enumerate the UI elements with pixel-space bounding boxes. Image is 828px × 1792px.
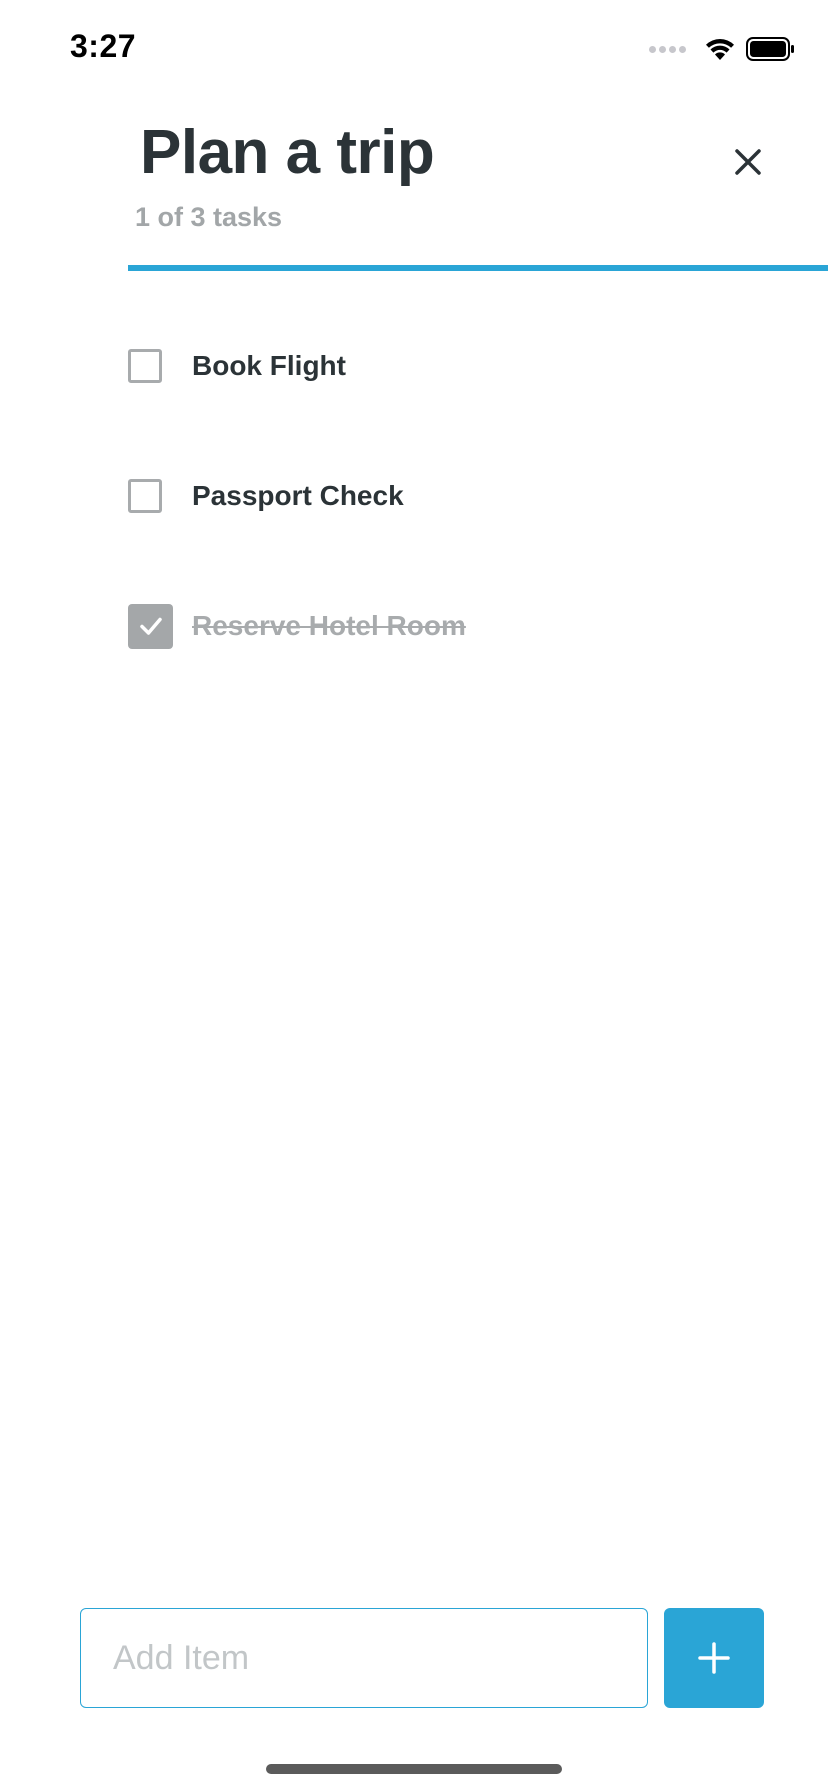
task-item[interactable]: Reserve Hotel Room — [128, 590, 768, 662]
task-label: Book Flight — [192, 350, 346, 381]
status-time: 3:27 — [70, 28, 137, 64]
task-checkbox[interactable] — [128, 349, 162, 383]
wifi-icon — [706, 38, 734, 60]
add-item-bar — [80, 1608, 764, 1708]
progress-bar — [128, 265, 828, 271]
task-count: 1 of 3 tasks — [135, 202, 283, 232]
task-checkbox[interactable] — [128, 603, 173, 649]
page-title: Plan a trip — [140, 118, 435, 187]
check-icon — [139, 617, 162, 635]
task-label: Passport Check — [192, 480, 404, 511]
battery-icon — [746, 37, 794, 61]
status-icons — [649, 34, 796, 64]
plus-icon — [698, 1642, 730, 1674]
home-indicator — [266, 1764, 562, 1774]
close-button[interactable] — [724, 138, 772, 186]
progress-fill — [128, 265, 828, 271]
add-item-button[interactable] — [664, 1608, 764, 1708]
task-item[interactable]: Passport Check — [128, 460, 768, 532]
close-icon — [735, 149, 761, 175]
signal-icon — [649, 45, 686, 53]
task-checkbox[interactable] — [128, 479, 162, 513]
task-item[interactable]: Book Flight — [128, 330, 768, 402]
task-list: Book Flight Passport Check Reserve Hotel… — [128, 330, 768, 720]
add-item-input[interactable] — [80, 1608, 648, 1708]
task-label: Reserve Hotel Room — [192, 610, 466, 641]
status-bar: 3:27 — [0, 0, 828, 100]
header: Plan a trip 1 of 3 tasks — [128, 110, 828, 271]
